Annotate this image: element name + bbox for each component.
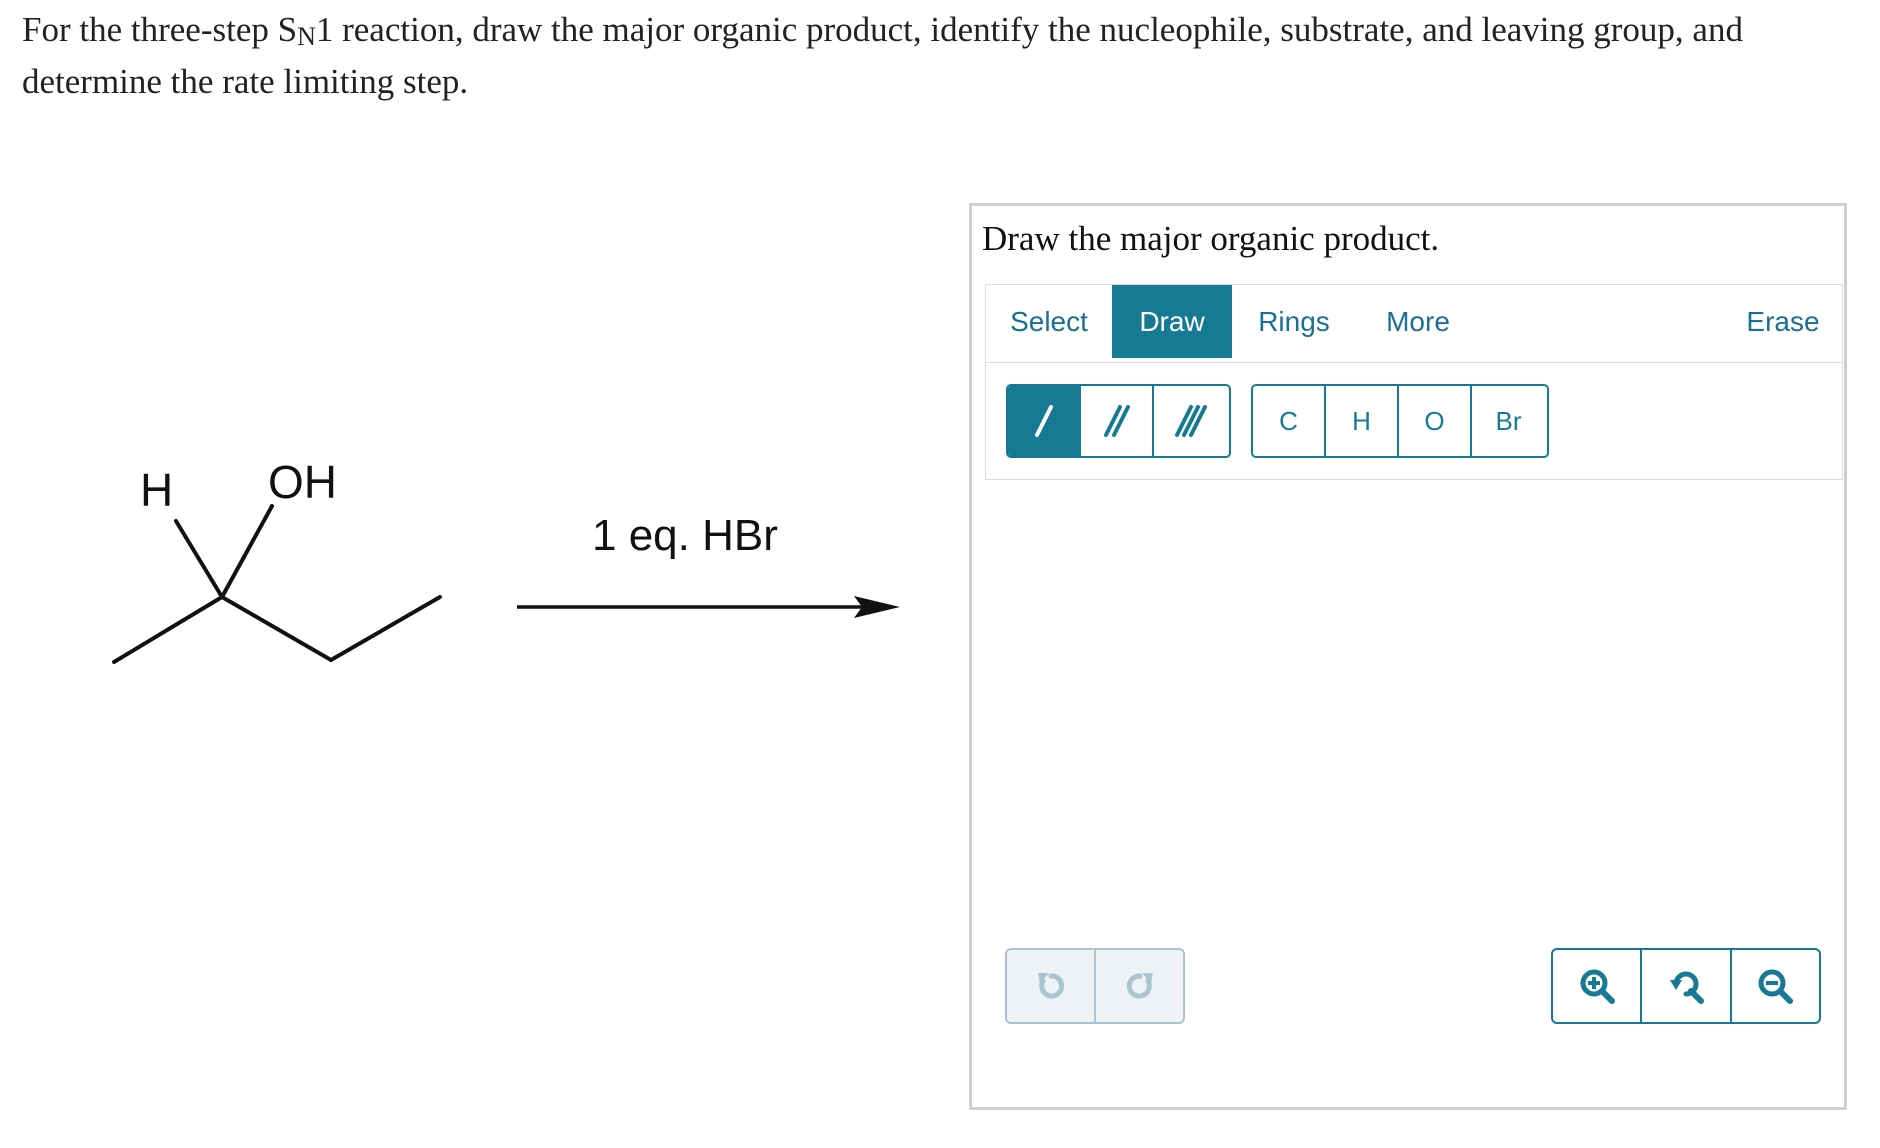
- tool-row: C H O Br: [985, 362, 1843, 480]
- triple-bond-icon: [1174, 405, 1207, 437]
- zoom-in-button[interactable]: [1553, 950, 1643, 1022]
- drawing-panel: Draw the major organic product. Select D…: [969, 203, 1847, 1110]
- undo-icon: [1037, 973, 1064, 999]
- bond-ethyl-2: [329, 595, 442, 662]
- zoom-reset-button[interactable]: [1642, 950, 1732, 1022]
- zoom-in-icon: [1580, 969, 1615, 1004]
- single-bond-button[interactable]: [1008, 386, 1081, 456]
- question-text: For the three-step SN1 reaction, draw th…: [22, 4, 1852, 108]
- triple-bond-button[interactable]: [1154, 386, 1227, 456]
- question-subscript: N: [297, 22, 316, 51]
- tab-bar: Select Draw Rings More Erase: [985, 284, 1843, 362]
- substrate-skeleton: [112, 504, 442, 664]
- erase-button[interactable]: Erase: [1724, 285, 1842, 358]
- atom-br-button[interactable]: Br: [1472, 386, 1545, 456]
- atom-tools: C H O Br: [1251, 384, 1549, 458]
- redo-icon: [1126, 973, 1153, 999]
- hydroxyl-label: OH: [268, 456, 337, 508]
- double-bond-button[interactable]: [1081, 386, 1154, 456]
- bond-methyl: [112, 595, 224, 664]
- single-bond-icon: [1034, 405, 1053, 437]
- atom-o-button[interactable]: O: [1399, 386, 1472, 456]
- bond-ethyl-1: [220, 595, 333, 662]
- atom-c-button[interactable]: C: [1253, 386, 1326, 456]
- zoom-reset-icon: [1669, 971, 1704, 1004]
- tab-rings[interactable]: Rings: [1232, 285, 1356, 358]
- bond-c-oh: [220, 504, 274, 599]
- bond-c-h: [174, 519, 224, 599]
- double-bond-icon: [1103, 405, 1130, 437]
- undo-button[interactable]: [1007, 950, 1096, 1022]
- tab-more[interactable]: More: [1356, 285, 1480, 358]
- zoom-out-icon: [1758, 969, 1794, 1004]
- zoom-controls: [1551, 948, 1821, 1024]
- tab-draw[interactable]: Draw: [1112, 285, 1232, 358]
- history-controls: [1005, 948, 1185, 1024]
- atom-h-button[interactable]: H: [1326, 386, 1399, 456]
- zoom-out-button[interactable]: [1732, 950, 1819, 1022]
- reagent-label: 1 eq. HBr: [592, 511, 778, 560]
- tab-select[interactable]: Select: [986, 285, 1112, 358]
- panel-title: Draw the major organic product.: [982, 219, 1440, 258]
- reaction-scheme: H OH 1 eq. HBr: [112, 456, 900, 664]
- question-part1: For the three-step S: [22, 10, 298, 49]
- bond-tools: [1006, 384, 1231, 458]
- hydrogen-label: H: [140, 464, 173, 516]
- redo-button[interactable]: [1096, 950, 1183, 1022]
